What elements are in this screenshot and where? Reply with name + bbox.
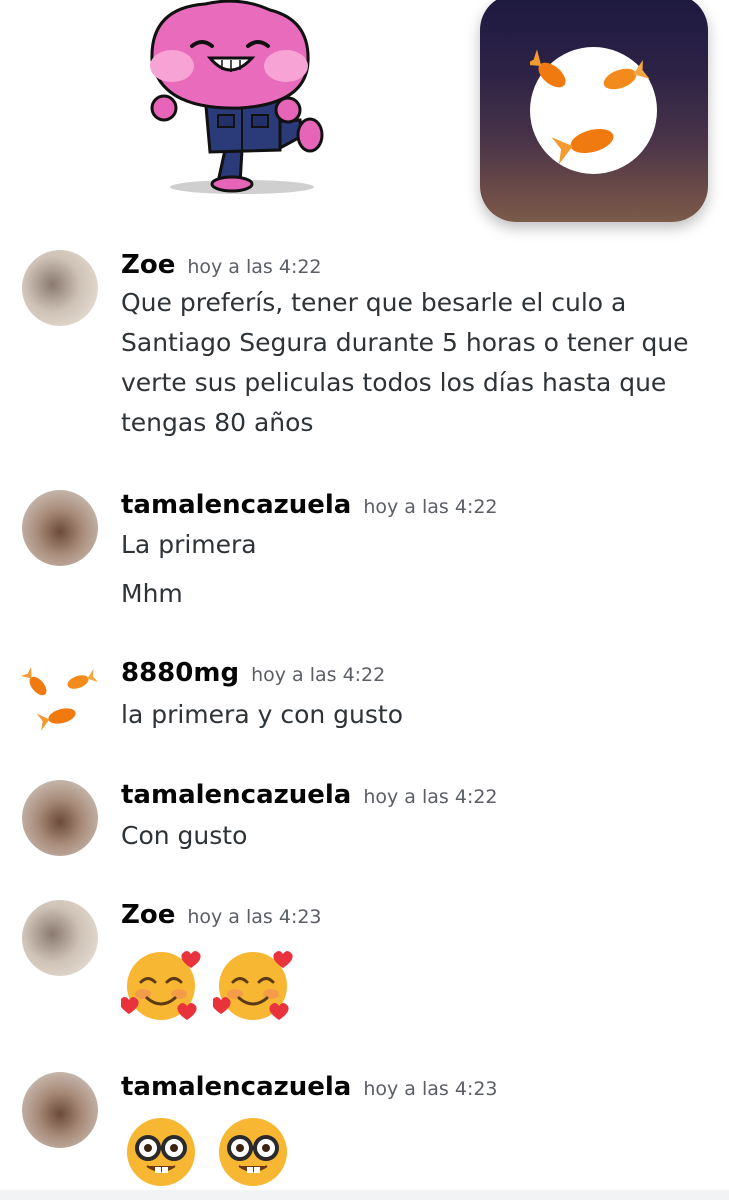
message-text: Que preferís, tener que besarle el culo … [121,283,711,443]
author-name[interactable]: tamalencazuela [121,1072,351,1102]
emoji-row [121,1110,295,1192]
author-name[interactable]: 8880mg [121,658,239,688]
timestamp: hoy a las 4:22 [363,786,498,808]
message-text: La primera [121,525,711,565]
avatar-zoe[interactable] [22,250,98,326]
goldfish-icon [22,666,98,731]
message-line: La primera [121,530,257,559]
author-name[interactable]: Zoe [121,250,175,280]
avatar-tamalencazuela[interactable] [22,490,98,566]
message-zoe-1[interactable]: Zoe hoy a las 4:22 Que preferís, tener qu… [0,250,729,450]
message-zoe-2[interactable]: Zoe hoy a las 4:23 [0,900,729,1030]
nerd-face-icon[interactable] [121,1110,203,1192]
author-name[interactable]: Zoe [121,900,175,930]
smiling-face-with-hearts-icon[interactable] [213,942,295,1024]
timestamp: hoy a las 4:22 [187,256,322,278]
message-header: tamalencazuela hoy a las 4:23 [121,1072,498,1102]
avatar-tamalencazuela[interactable] [22,780,98,856]
message-header: 8880mg hoy a las 4:22 [121,658,385,688]
message-8880mg[interactable]: 8880mg hoy a las 4:22 la primera y con gu… [0,658,729,738]
timestamp: hoy a las 4:22 [251,664,386,686]
timestamp: hoy a las 4:22 [363,496,498,518]
author-name[interactable]: tamalencazuela [121,490,351,520]
pink-blob-sticker[interactable] [130,0,340,200]
message-header: Zoe hoy a las 4:23 [121,900,322,930]
message-line: la primera y con gusto [121,700,403,729]
avatar-tamalencazuela[interactable] [22,1072,98,1148]
goldfish-sticker[interactable] [480,0,708,222]
message-text: Con gusto [121,816,711,856]
message-line: Mhm [121,579,183,608]
bottom-divider [0,1190,729,1200]
message-text: la primera y con gusto [121,695,711,735]
message-header: Zoe hoy a las 4:22 [121,250,322,280]
message-line: verte sus peliculas todos los días hasta… [121,368,667,397]
message-line: Santiago Segura durante 5 horas o tener … [121,328,689,357]
message-line: Que preferís, tener que besarle el culo … [121,288,627,317]
message-tamalencazuela-3[interactable]: tamalencazuela hoy a las 4:23 [0,1072,729,1190]
avatar-8880mg[interactable] [22,660,98,736]
timestamp: hoy a las 4:23 [187,906,322,928]
goldfish-icon [524,49,650,165]
sticker-area [0,0,729,240]
message-line: tengas 80 años [121,408,314,437]
message-line: Con gusto [121,821,248,850]
message-tamalencazuela-2[interactable]: tamalencazuela hoy a las 4:22 Con gusto [0,780,729,860]
message-header: tamalencazuela hoy a las 4:22 [121,780,498,810]
nerd-face-icon[interactable] [213,1110,295,1192]
avatar-zoe[interactable] [22,900,98,976]
timestamp: hoy a las 4:23 [363,1078,498,1100]
author-name[interactable]: tamalencazuela [121,780,351,810]
smiling-face-with-hearts-icon[interactable] [121,942,203,1024]
message-tamalencazuela-1[interactable]: tamalencazuela hoy a las 4:22 La primera … [0,490,729,620]
message-text: Mhm [121,574,711,614]
goldfish-circle [524,47,657,174]
emoji-row [121,942,295,1024]
message-header: tamalencazuela hoy a las 4:22 [121,490,498,520]
